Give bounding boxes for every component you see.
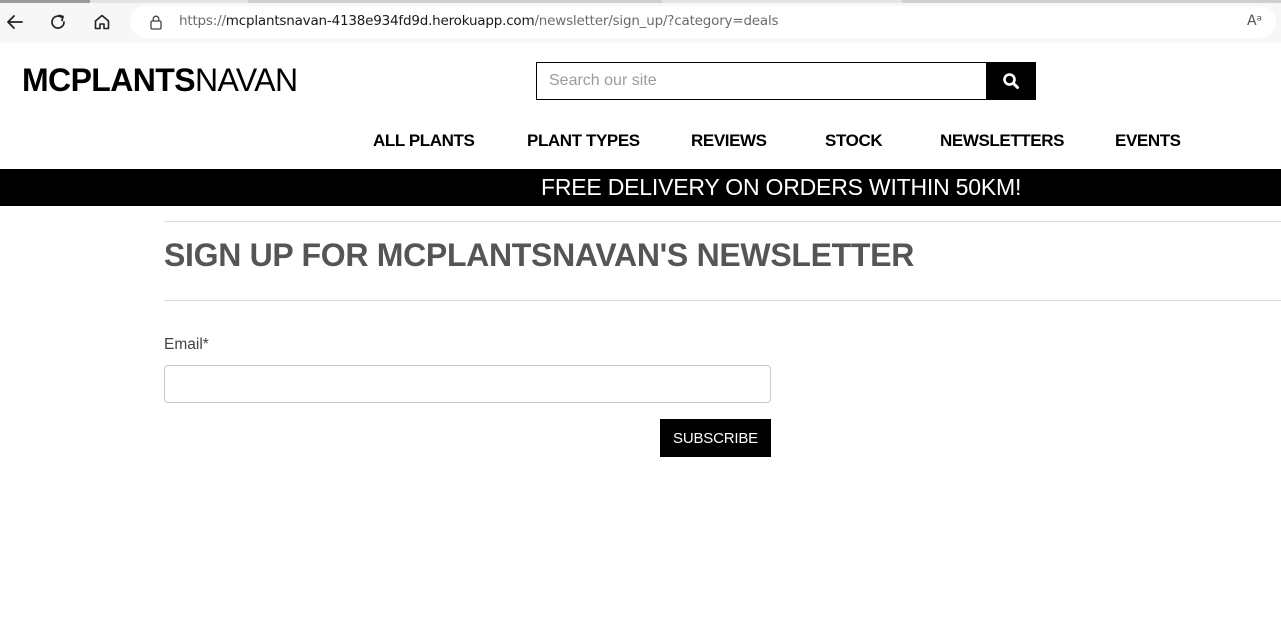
nav-item-all-plants[interactable]: ALL PLANTS — [373, 131, 475, 151]
search-button[interactable] — [986, 63, 1035, 99]
nav-item-plant-types[interactable]: PLANT TYPES — [527, 131, 640, 151]
tab-indicator — [902, 0, 1281, 3]
nav-item-newsletters[interactable]: NEWSLETTERS — [940, 131, 1064, 151]
divider — [164, 300, 1281, 301]
url-text[interactable]: https://mcplantsnavan-4138e934fd9d.herok… — [179, 13, 779, 29]
refresh-button[interactable] — [45, 9, 71, 35]
refresh-icon — [51, 14, 65, 29]
read-aloud-icon[interactable]: Aᵃ — [1247, 13, 1262, 29]
search-form — [536, 62, 1036, 100]
back-button[interactable] — [2, 9, 28, 35]
email-field[interactable] — [164, 365, 771, 403]
search-input[interactable] — [537, 63, 987, 99]
browser-toolbar: https://mcplantsnavan-4138e934fd9d.herok… — [0, 0, 1281, 43]
tab-strip — [0, 0, 1281, 3]
delivery-banner: FREE DELIVERY ON ORDERS WITHIN 50KM! — [0, 169, 1281, 206]
tab-indicator — [248, 0, 662, 3]
nav-item-reviews[interactable]: REVIEWS — [691, 131, 767, 151]
email-label: Email* — [164, 336, 209, 353]
home-button[interactable] — [89, 9, 115, 35]
main-navigation: ALL PLANTS PLANT TYPES REVIEWS STOCK NEW… — [0, 131, 1281, 153]
nav-item-events[interactable]: EVENTS — [1115, 131, 1181, 151]
subscribe-button[interactable]: SUBSCRIBE — [660, 419, 771, 457]
delivery-banner-text: FREE DELIVERY ON ORDERS WITHIN 50KM! — [541, 174, 1022, 200]
home-icon — [94, 14, 110, 30]
lock-icon[interactable] — [148, 14, 164, 30]
nav-item-stock[interactable]: STOCK — [825, 131, 883, 151]
tab-indicator — [0, 0, 90, 3]
logo-regular-text: NAVAN — [194, 62, 298, 98]
url-path: /newsletter/sign_up/?category=deals — [534, 13, 779, 29]
url-scheme: https:// — [179, 13, 226, 29]
site-logo[interactable]: MCPLANTSNAVAN — [22, 62, 298, 99]
url-host: mcplantsnavan-4138e934fd9d.herokuapp.com — [225, 13, 535, 29]
page-title: SIGN UP FOR MCPLANTSNAVAN'S NEWSLETTER — [164, 237, 915, 273]
logo-bold-text: MCPLANTS — [22, 62, 196, 98]
address-bar[interactable]: https://mcplantsnavan-4138e934fd9d.herok… — [130, 6, 1276, 38]
magnifier-icon — [1002, 73, 1019, 89]
divider — [164, 221, 1281, 222]
back-arrow-icon — [7, 15, 23, 29]
